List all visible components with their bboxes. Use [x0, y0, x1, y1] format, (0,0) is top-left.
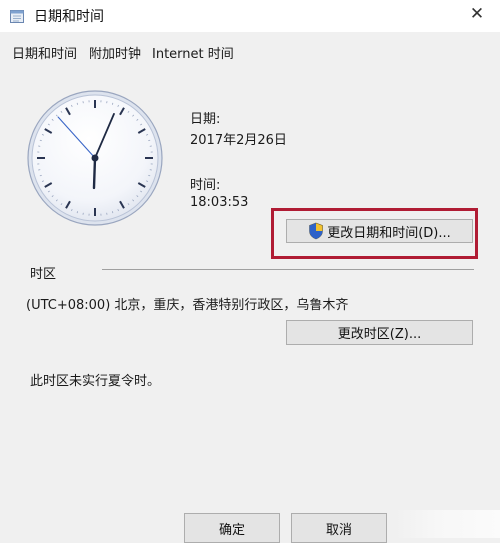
- change-datetime-button[interactable]: 更改日期和时间(D)...: [286, 219, 473, 243]
- time-label: 时间:: [190, 174, 220, 193]
- dst-note: 此时区未实行夏令时。: [30, 370, 160, 389]
- tab-bar: 日期和时间 附加时钟 Internet 时间: [0, 32, 500, 68]
- ok-label: 确定: [219, 519, 245, 538]
- calendar-clock-icon: [9, 8, 25, 24]
- timezone-section-label: 时区: [30, 263, 56, 282]
- date-value: 2017年2月26日: [190, 129, 287, 148]
- cancel-label: 取消: [326, 519, 352, 538]
- timezone-value: (UTC+08:00) 北京，重庆，香港特别行政区，乌鲁木齐: [26, 294, 348, 313]
- ok-button[interactable]: 确定: [184, 513, 280, 543]
- title-bar: 日期和时间 ✕: [0, 0, 500, 32]
- date-label: 日期:: [190, 108, 220, 127]
- uac-shield-icon: [308, 222, 324, 240]
- change-timezone-button[interactable]: 更改时区(Z)...: [286, 320, 473, 345]
- tab-additional-clocks[interactable]: 附加时钟: [89, 43, 141, 62]
- clock-hour-hand: [94, 158, 95, 188]
- analog-clock: [25, 88, 165, 228]
- time-value: 18:03:53: [190, 195, 248, 210]
- close-icon[interactable]: ✕: [466, 3, 488, 25]
- clock-center-pin: [92, 155, 99, 162]
- change-timezone-label: 更改时区(Z)...: [338, 323, 421, 342]
- tab-date-time[interactable]: 日期和时间: [12, 43, 77, 62]
- section-divider: [102, 269, 474, 270]
- cancel-button[interactable]: 取消: [291, 513, 387, 543]
- window-title: 日期和时间: [34, 6, 104, 26]
- blurred-region: [395, 510, 500, 538]
- change-datetime-label: 更改日期和时间(D)...: [327, 222, 451, 241]
- tab-internet-time[interactable]: Internet 时间: [152, 43, 234, 62]
